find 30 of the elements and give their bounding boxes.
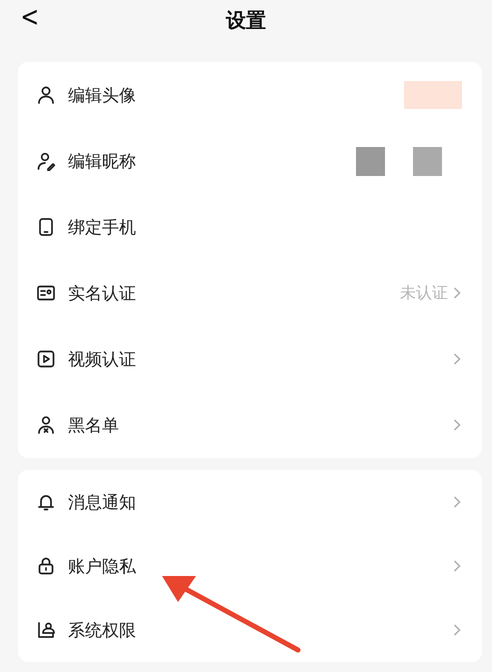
settings-row[interactable]: 编辑头像 (18, 62, 482, 128)
status-text: 未认证 (400, 282, 448, 304)
settings-row[interactable]: 账户隐私 (18, 534, 482, 598)
page-title: 设置 (226, 6, 266, 34)
permissions-icon (36, 620, 56, 640)
id-card-icon (36, 283, 56, 303)
nickname-redaction (413, 146, 442, 176)
play-icon (36, 349, 56, 369)
back-button[interactable]: < (16, 2, 44, 32)
chevron-right-icon (452, 559, 462, 573)
avatar-image (404, 81, 462, 109)
person-edit-icon (36, 151, 56, 171)
person-blocked-icon (36, 415, 56, 435)
chevron-right-icon (452, 352, 462, 366)
chevron-right-icon (452, 418, 462, 432)
settings-row[interactable]: 绑定手机 (18, 194, 482, 260)
person-icon (36, 85, 56, 105)
chevron-right-icon (452, 623, 462, 637)
settings-row[interactable]: 编辑昵称 (18, 128, 482, 194)
settings-row[interactable]: 系统权限 (18, 598, 482, 662)
settings-row[interactable]: 视频认证 (18, 326, 482, 392)
bell-icon (36, 492, 56, 512)
nickname-redaction (356, 146, 385, 176)
phone-icon (36, 217, 56, 237)
settings-row[interactable]: 消息通知 (18, 470, 482, 534)
settings-row[interactable]: 实名认证 未认证 (18, 260, 482, 326)
settings-row[interactable]: 黑名单 (18, 392, 482, 458)
lock-icon (36, 556, 56, 576)
chevron-right-icon (452, 286, 462, 300)
chevron-right-icon (452, 495, 462, 509)
